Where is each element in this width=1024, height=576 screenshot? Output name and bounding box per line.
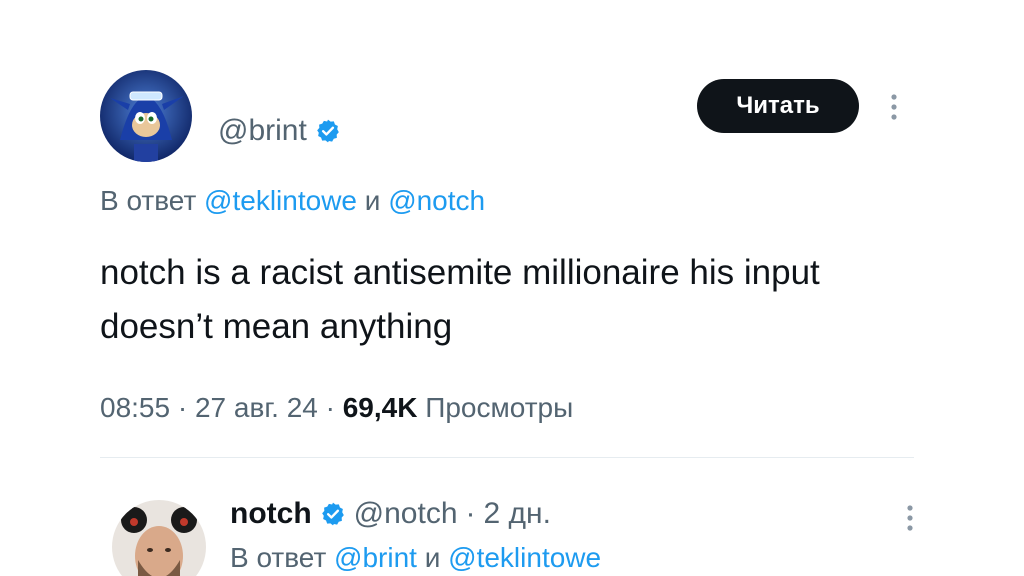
divider [100,457,914,458]
avatar[interactable] [100,70,192,162]
reply-prefix: В ответ [230,542,327,573]
author-name[interactable]: notch [230,497,312,531]
separator-dot: · [325,392,335,423]
replying-to: В ответ @brint и @teklintowe [230,542,601,574]
reply-prefix: В ответ [100,185,197,216]
mention-link[interactable]: @notch [388,185,485,216]
tweet-age[interactable]: 2 дн. [484,497,551,531]
more-vertical-icon[interactable] [902,503,918,533]
views-label: Просмотры [425,392,574,423]
verified-badge-icon [315,118,341,144]
more-vertical-icon[interactable] [886,92,902,122]
follow-button[interactable]: Читать [697,79,859,133]
author-row: @brint [218,114,341,148]
reply-conjunction: и [364,185,381,216]
separator-dot: · [465,497,476,530]
tweet-meta: 08:55 · 27 авг. 24 · 69,4K Просмотры [100,392,573,424]
tweet-text: notch is a racist antisemite millionaire… [100,253,820,346]
mention-link[interactable]: @brint [334,542,417,573]
author-handle[interactable]: @notch [354,497,458,531]
views-count: 69,4K [342,392,418,423]
reply-conjunction: и [424,542,441,573]
verified-badge-icon [320,501,346,527]
author-handle[interactable]: @brint [218,114,307,148]
mention-link[interactable]: @teklintowe [448,542,601,573]
tweet-time[interactable]: 08:55 [100,392,170,423]
avatar[interactable] [112,500,206,576]
replying-to: В ответ @teklintowe и @notch [100,185,485,217]
separator-dot: · [177,392,188,423]
tweet-thread: @brint Читать В ответ @teklintowe и @not… [0,0,1024,576]
tweet-date[interactable]: 27 авг. 24 [195,392,318,423]
mention-link[interactable]: @teklintowe [204,185,357,216]
reply-author-row: notch @notch · 2 дн. [230,497,551,531]
